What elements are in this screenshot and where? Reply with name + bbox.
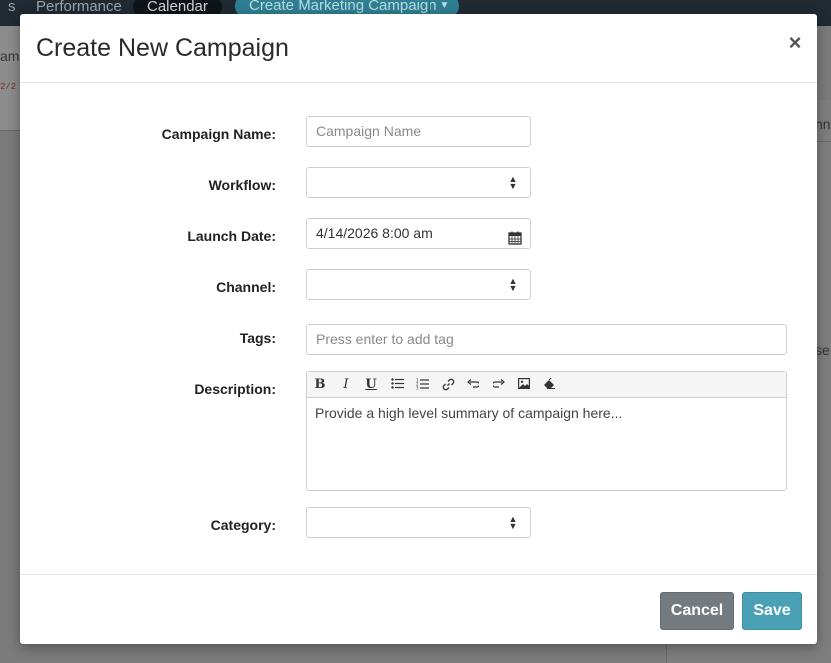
description-label: Description:: [194, 381, 276, 397]
underline-icon[interactable]: U: [362, 376, 380, 394]
background-text: am: [0, 48, 20, 64]
launch-date-value: 4/14/2026 8:00 am: [316, 225, 433, 241]
description-textarea[interactable]: Provide a high level summary of campaign…: [315, 405, 778, 421]
eraser-icon[interactable]: [540, 376, 558, 394]
channel-label: Channel:: [216, 279, 276, 295]
workflow-label: Workflow:: [208, 177, 276, 193]
bullet-list-icon[interactable]: [388, 376, 406, 394]
modal-header: Create New Campaign ×: [20, 14, 817, 83]
select-arrows-icon: ▲ ▼: [508, 174, 518, 191]
select-arrows-icon: ▲ ▼: [508, 276, 518, 293]
channel-select[interactable]: ▲ ▼: [306, 269, 531, 300]
create-campaign-label: Create Marketing Campaign: [249, 0, 437, 14]
workflow-select[interactable]: ▲ ▼: [306, 167, 531, 198]
select-arrows-icon: ▲ ▼: [508, 514, 518, 531]
launch-date-label: Launch Date:: [187, 228, 276, 244]
background-text: 2/2: [0, 82, 17, 92]
tags-label: Tags:: [239, 330, 276, 346]
category-label: Category:: [210, 517, 276, 533]
save-button[interactable]: Save: [742, 592, 802, 630]
modal-footer: Cancel Save: [20, 574, 817, 644]
campaign-name-label: Campaign Name:: [161, 126, 276, 142]
image-icon[interactable]: [515, 376, 533, 394]
create-campaign-modal: Create New Campaign × Campaign Name: Cam…: [20, 14, 817, 644]
background-text: nn: [815, 116, 831, 132]
link-icon[interactable]: [439, 376, 457, 394]
svg-text:3: 3: [416, 386, 419, 391]
category-select[interactable]: ▲ ▼: [306, 507, 531, 538]
undo-icon[interactable]: [464, 376, 482, 394]
tags-input[interactable]: Press enter to add tag: [306, 324, 787, 355]
modal-title: Create New Campaign: [36, 34, 289, 62]
italic-icon[interactable]: I: [337, 376, 355, 394]
numbered-list-icon[interactable]: 1 2 3: [413, 376, 431, 394]
close-icon[interactable]: ×: [786, 32, 804, 54]
bold-icon[interactable]: B: [311, 376, 329, 394]
description-editor[interactable]: B I U 1 2 3 Provide a high level summary…: [306, 371, 787, 491]
tags-placeholder: Press enter to add tag: [316, 331, 454, 347]
calendar-icon[interactable]: [508, 226, 522, 245]
description-placeholder: Provide a high level summary of campaign…: [315, 405, 623, 421]
editor-toolbar: B I U 1 2 3: [307, 372, 786, 398]
redo-icon[interactable]: [490, 376, 508, 394]
background-left-panel: [0, 26, 20, 131]
cancel-button[interactable]: Cancel: [660, 592, 734, 630]
launch-date-input[interactable]: 4/14/2026 8:00 am: [306, 218, 531, 249]
background-text: se: [815, 342, 830, 358]
campaign-name-placeholder: Campaign Name: [316, 123, 422, 139]
campaign-name-input[interactable]: Campaign Name: [306, 116, 531, 147]
